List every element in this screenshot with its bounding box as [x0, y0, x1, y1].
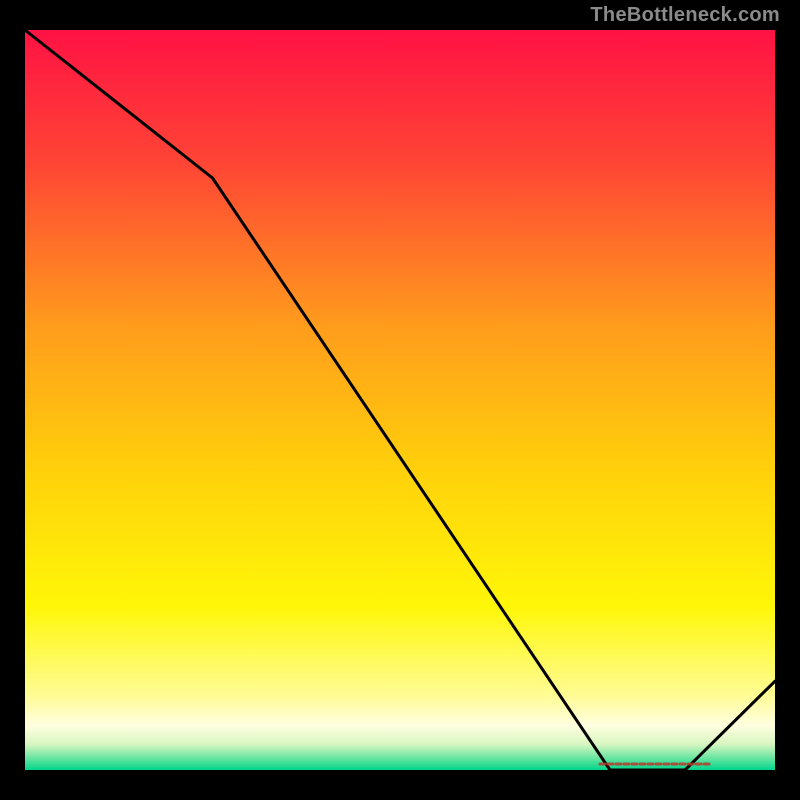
- plot-background: [25, 30, 775, 770]
- chart-container: TheBottleneck.com: [0, 0, 800, 800]
- watermark-text: TheBottleneck.com: [590, 4, 780, 27]
- bottleneck-chart: [0, 0, 800, 800]
